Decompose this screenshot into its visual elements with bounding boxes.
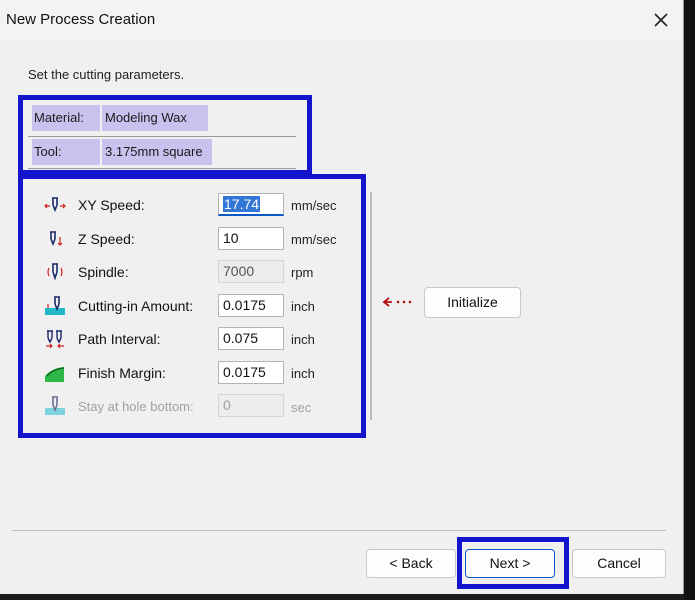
background-strip xyxy=(684,0,695,600)
material-tool-highlight xyxy=(18,95,312,175)
close-icon[interactable] xyxy=(649,8,673,32)
arrow-left-icon xyxy=(382,297,412,307)
vertical-divider xyxy=(370,192,372,420)
initialize-button[interactable]: Initialize xyxy=(424,287,521,318)
instruction-text: Set the cutting parameters. xyxy=(28,67,185,82)
dialog-window: New Process Creation Set the cutting par… xyxy=(0,0,684,594)
cancel-button[interactable]: Cancel xyxy=(572,549,666,578)
next-button-highlight xyxy=(457,537,569,589)
dialog-title: New Process Creation xyxy=(6,11,156,28)
parameters-highlight xyxy=(18,174,366,438)
back-button[interactable]: < Back xyxy=(366,549,456,578)
footer-separator xyxy=(12,530,666,531)
title-bar: New Process Creation xyxy=(0,0,683,40)
